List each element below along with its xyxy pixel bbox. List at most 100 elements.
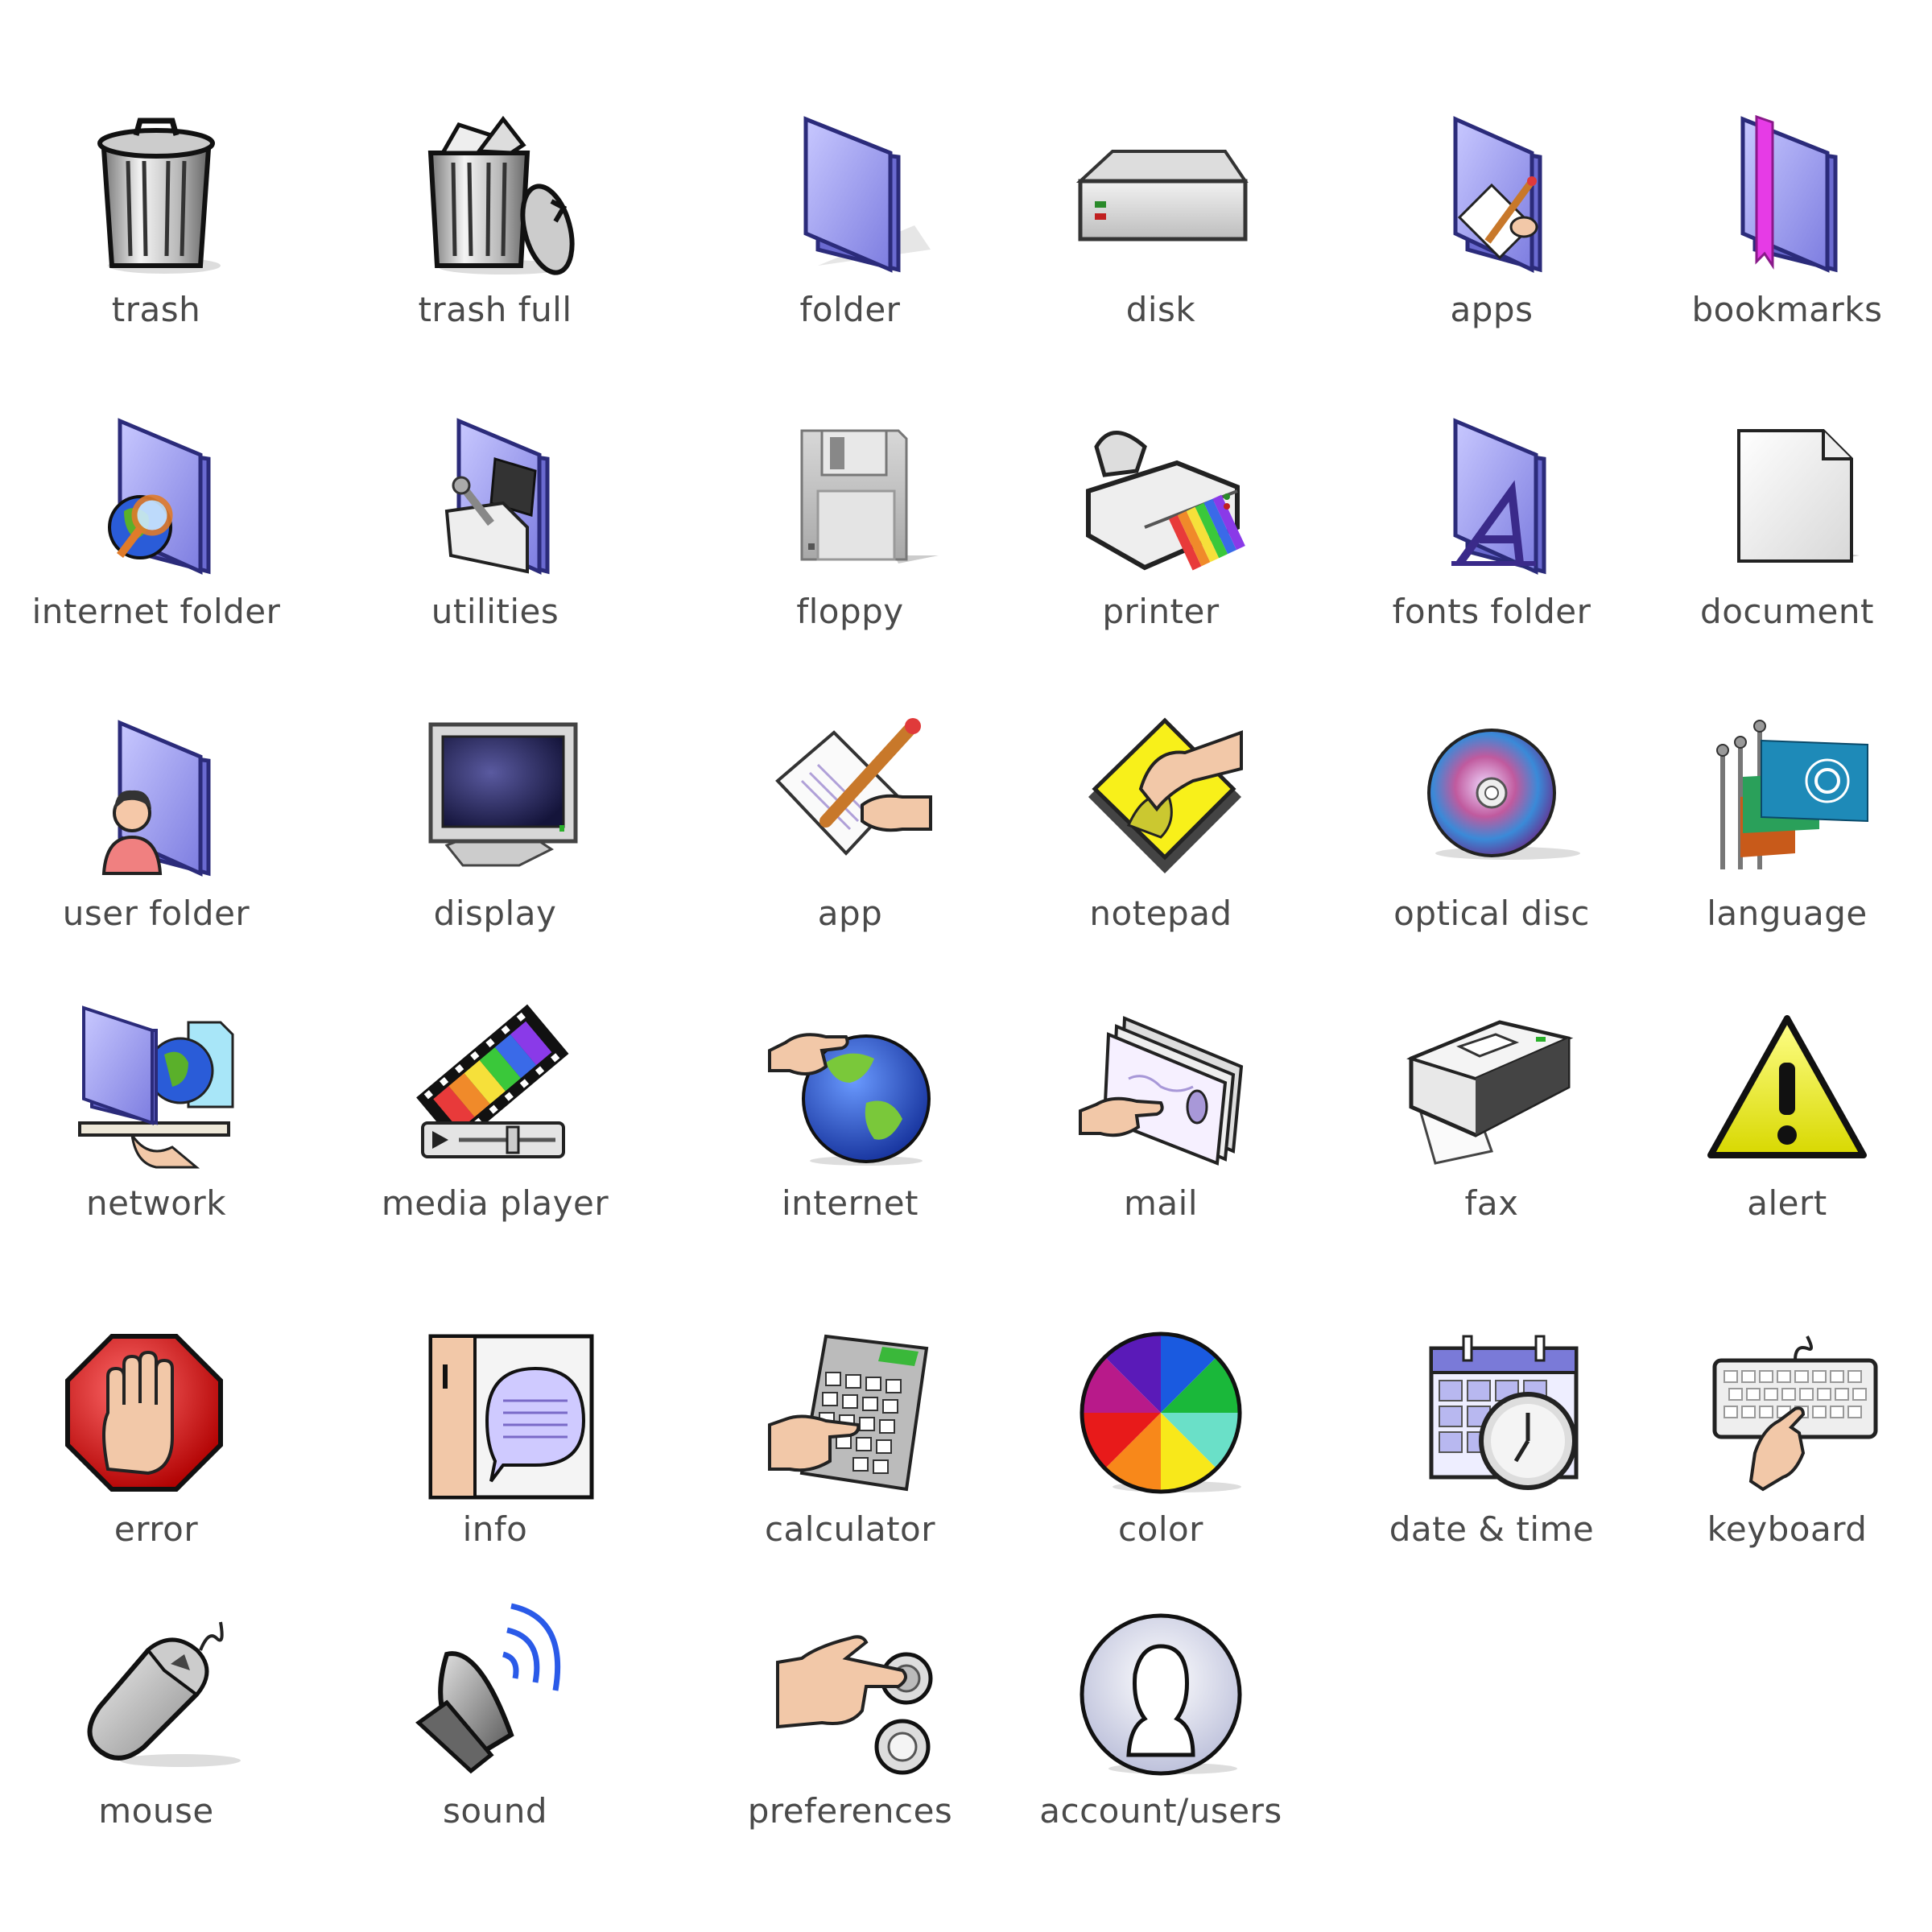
fax-icon bbox=[1406, 1020, 1574, 1165]
media-player-icon bbox=[416, 1004, 569, 1158]
user-folder-icon bbox=[101, 720, 211, 877]
mail-icon bbox=[1079, 1016, 1244, 1166]
preferences-icon bbox=[776, 1635, 933, 1775]
icon-label: fax bbox=[1464, 1183, 1519, 1223]
icon-cell-bookmarks[interactable]: bookmarks bbox=[1634, 113, 1932, 346]
color-icon bbox=[1080, 1331, 1242, 1494]
icon-label: network bbox=[85, 1183, 227, 1223]
floppy-icon bbox=[800, 429, 939, 564]
icon-cell-folder[interactable]: folder bbox=[697, 113, 1003, 346]
icon-cell-fax[interactable]: fax bbox=[1339, 1006, 1645, 1240]
icon-label: trash full bbox=[418, 290, 572, 329]
icon-label: calculator bbox=[764, 1509, 936, 1549]
mouse-icon bbox=[87, 1621, 241, 1767]
icon-label: media player bbox=[381, 1183, 609, 1223]
icon-cell-preferences[interactable]: preferences bbox=[697, 1614, 1003, 1847]
internet-icon bbox=[768, 1033, 931, 1166]
icon-cell-language[interactable]: language bbox=[1634, 716, 1932, 950]
icon-cell-document[interactable]: document bbox=[1634, 415, 1932, 648]
info-icon bbox=[428, 1334, 594, 1500]
notepad-icon bbox=[1088, 717, 1243, 873]
icon-label: internet bbox=[781, 1183, 919, 1223]
icon-cell-date-time[interactable]: date & time bbox=[1339, 1332, 1645, 1566]
icon-label: mail bbox=[1124, 1183, 1198, 1223]
icon-label: alert bbox=[1747, 1183, 1827, 1223]
icon-label: apps bbox=[1450, 290, 1534, 329]
icon-cell-fonts-folder[interactable]: fonts folder bbox=[1339, 415, 1645, 648]
icon-cell-info[interactable]: info bbox=[342, 1332, 648, 1566]
folder-icon bbox=[803, 116, 931, 273]
icon-cell-display[interactable]: display bbox=[342, 716, 648, 950]
icon-cell-calculator[interactable]: calculator bbox=[697, 1332, 1003, 1566]
icon-cell-user-folder[interactable]: user folder bbox=[3, 716, 309, 950]
icon-label: color bbox=[1118, 1509, 1203, 1549]
icon-cell-media-player[interactable]: media player bbox=[342, 1004, 648, 1240]
alert-icon bbox=[1707, 1015, 1867, 1158]
icon-cell-optical-disc[interactable]: optical disc bbox=[1339, 716, 1645, 950]
fonts-folder-icon bbox=[1451, 418, 1546, 575]
error-icon bbox=[65, 1334, 223, 1492]
icon-label: sound bbox=[443, 1791, 547, 1831]
account-users-icon bbox=[1080, 1613, 1242, 1776]
display-icon bbox=[428, 722, 578, 867]
icon-label: user folder bbox=[62, 894, 250, 933]
sound-icon bbox=[415, 1603, 561, 1774]
disk-icon bbox=[1075, 150, 1249, 242]
icon-label: floppy bbox=[796, 592, 904, 631]
utilities-icon bbox=[444, 418, 550, 575]
icon-cell-error[interactable]: error bbox=[3, 1332, 309, 1566]
apps-icon bbox=[1453, 116, 1542, 273]
printer-icon bbox=[1086, 431, 1245, 571]
icon-cell-notepad[interactable]: notepad bbox=[1008, 716, 1314, 950]
icon-label: app bbox=[817, 894, 883, 933]
icon-cell-printer[interactable]: printer bbox=[1008, 415, 1314, 648]
icon-cell-keyboard[interactable]: keyboard bbox=[1634, 1332, 1932, 1566]
icon-cell-disk[interactable]: disk bbox=[1008, 113, 1314, 346]
document-icon bbox=[1737, 429, 1860, 563]
trash-full-icon bbox=[427, 115, 575, 275]
date-time-icon bbox=[1429, 1335, 1579, 1490]
icon-grid: trash trash full folder disk apps bookma… bbox=[0, 0, 1932, 1932]
calculator-icon bbox=[768, 1334, 929, 1492]
icon-label: mouse bbox=[98, 1791, 214, 1831]
icon-cell-internet[interactable]: internet bbox=[697, 1006, 1003, 1240]
icon-label: language bbox=[1707, 894, 1868, 933]
app-icon bbox=[775, 718, 932, 856]
icon-cell-account-users[interactable]: account/users bbox=[1008, 1613, 1314, 1847]
icon-cell-mail[interactable]: mail bbox=[1008, 1006, 1314, 1240]
trash-icon bbox=[97, 118, 221, 274]
icon-cell-apps[interactable]: apps bbox=[1339, 113, 1645, 346]
icon-cell-mouse[interactable]: mouse bbox=[3, 1614, 309, 1847]
icon-cell-network[interactable]: network bbox=[3, 1005, 309, 1240]
icon-label: trash bbox=[111, 290, 201, 329]
icon-label: date & time bbox=[1389, 1509, 1595, 1549]
icon-label: notepad bbox=[1089, 894, 1232, 933]
icon-label: info bbox=[462, 1509, 528, 1549]
icon-cell-app[interactable]: app bbox=[697, 716, 1003, 950]
icon-label: display bbox=[433, 894, 557, 933]
icon-cell-internet-folder[interactable]: internet folder bbox=[3, 415, 309, 648]
icon-cell-alert[interactable]: alert bbox=[1634, 1006, 1932, 1240]
internet-folder-icon bbox=[108, 418, 211, 575]
bookmarks-icon bbox=[1740, 114, 1838, 273]
network-icon bbox=[78, 1005, 234, 1169]
icon-cell-trash[interactable]: trash bbox=[3, 113, 309, 346]
icon-label: printer bbox=[1102, 592, 1220, 631]
icon-cell-utilities[interactable]: utilities bbox=[342, 415, 648, 648]
optical-disc-icon bbox=[1427, 729, 1580, 860]
icon-cell-floppy[interactable]: floppy bbox=[697, 415, 1003, 648]
icon-label: error bbox=[114, 1509, 199, 1549]
icon-label: internet folder bbox=[31, 592, 281, 631]
language-icon bbox=[1716, 720, 1868, 869]
icon-label: fonts folder bbox=[1392, 592, 1591, 631]
icon-label: bookmarks bbox=[1691, 290, 1883, 329]
icon-label: keyboard bbox=[1707, 1509, 1868, 1549]
keyboard-icon bbox=[1712, 1335, 1878, 1492]
icon-label: disk bbox=[1125, 290, 1196, 329]
icon-cell-sound[interactable]: sound bbox=[342, 1603, 648, 1847]
icon-cell-trash-full[interactable]: trash full bbox=[342, 113, 648, 346]
icon-cell-color[interactable]: color bbox=[1008, 1331, 1314, 1566]
icon-label: account/users bbox=[1039, 1791, 1282, 1831]
icon-label: utilities bbox=[431, 592, 559, 631]
icon-label: document bbox=[1700, 592, 1874, 631]
